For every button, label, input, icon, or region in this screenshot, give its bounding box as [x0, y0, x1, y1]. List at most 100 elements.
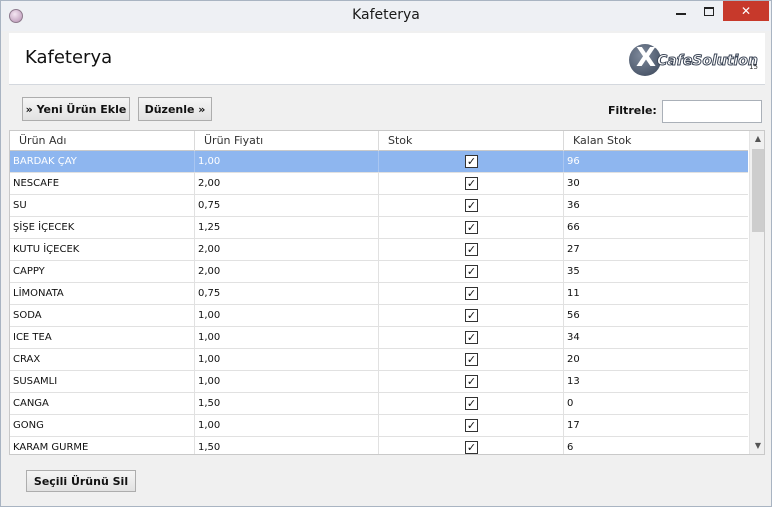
cell-price[interactable]: 0,75	[195, 195, 379, 216]
scrollbar-thumb[interactable]	[752, 149, 764, 232]
cell-price[interactable]: 1,00	[195, 415, 379, 436]
cell-price[interactable]: 1,00	[195, 327, 379, 348]
stock-checkbox[interactable]: ✓	[465, 331, 478, 344]
column-header-price[interactable]: Ürün Fiyatı	[195, 131, 379, 151]
cell-name[interactable]: ICE TEA	[10, 327, 195, 348]
stock-checkbox[interactable]: ✓	[465, 353, 478, 366]
cell-remaining[interactable]: 30	[564, 173, 748, 194]
chevron-down-icon[interactable]: ▼	[750, 438, 764, 454]
cell-remaining[interactable]: 56	[564, 305, 748, 326]
cell-name[interactable]: KARAM GURME	[10, 437, 195, 454]
stock-checkbox[interactable]: ✓	[465, 419, 478, 432]
minimize-button[interactable]	[667, 1, 695, 21]
maximize-icon	[704, 6, 714, 16]
cell-price[interactable]: 1,50	[195, 393, 379, 414]
cell-name[interactable]: SODA	[10, 305, 195, 326]
column-header-stock[interactable]: Stok	[379, 131, 564, 151]
stock-checkbox[interactable]: ✓	[465, 397, 478, 410]
minimize-icon	[676, 13, 686, 15]
cell-name[interactable]: SUSAMLI	[10, 371, 195, 392]
cell-price[interactable]: 2,00	[195, 173, 379, 194]
cell-remaining[interactable]: 0	[564, 393, 748, 414]
table-row[interactable]: KARAM GURME 1,50 6 ✓	[10, 437, 748, 454]
cell-name[interactable]: LİMONATA	[10, 283, 195, 304]
stock-checkbox[interactable]: ✓	[465, 177, 478, 190]
cell-name[interactable]: CAPPY	[10, 261, 195, 282]
cell-name[interactable]: CRAX	[10, 349, 195, 370]
cell-remaining[interactable]: 96	[564, 151, 748, 172]
table-row[interactable]: SU 0,75 36 ✓	[10, 195, 748, 217]
cell-price[interactable]: 1,00	[195, 371, 379, 392]
grid-rows: BARDAK ÇAY 1,00 96 ✓ NESCAFE 2,00 30 ✓ SU 0,75 36 ✓…	[10, 151, 748, 454]
add-product-button[interactable]: » Yeni Ürün Ekle	[22, 97, 130, 121]
cell-remaining[interactable]: 36	[564, 195, 748, 216]
cell-name[interactable]: NESCAFE	[10, 173, 195, 194]
vertical-scrollbar[interactable]: ▲ ▼	[749, 131, 764, 454]
close-button[interactable]: ✕	[723, 1, 769, 21]
column-header-remaining[interactable]: Kalan Stok	[564, 131, 748, 151]
cell-name[interactable]: SU	[10, 195, 195, 216]
stock-checkbox[interactable]: ✓	[465, 221, 478, 234]
delete-selected-button[interactable]: Seçili Ürünü Sil	[26, 470, 136, 492]
cell-remaining[interactable]: 34	[564, 327, 748, 348]
cell-name[interactable]: ŞİŞE İÇECEK	[10, 217, 195, 238]
cell-price[interactable]: 1,50	[195, 437, 379, 454]
cell-name[interactable]: BARDAK ÇAY	[10, 151, 195, 172]
column-header-name[interactable]: Ürün Adı	[10, 131, 195, 151]
app-window: Kafeterya ✕ Kafeterya X CafeSolution 15 …	[0, 0, 772, 507]
cell-price[interactable]: 2,00	[195, 239, 379, 260]
stock-checkbox[interactable]: ✓	[465, 287, 478, 300]
stock-checkbox[interactable]: ✓	[465, 199, 478, 212]
table-row[interactable]: LİMONATA 0,75 11 ✓	[10, 283, 748, 305]
table-row[interactable]: KUTU İÇECEK 2,00 27 ✓	[10, 239, 748, 261]
table-row[interactable]: CANGA 1,50 0 ✓	[10, 393, 748, 415]
table-row[interactable]: ICE TEA 1,00 34 ✓	[10, 327, 748, 349]
chevron-up-icon[interactable]: ▲	[750, 131, 764, 147]
grid-header: Ürün Adı Ürün Fiyatı Stok Kalan Stok	[10, 131, 748, 151]
logo-text: CafeSolution	[657, 53, 759, 70]
table-row[interactable]: SODA 1,00 56 ✓	[10, 305, 748, 327]
cell-price[interactable]: 1,00	[195, 151, 379, 172]
stock-checkbox[interactable]: ✓	[465, 375, 478, 388]
cell-remaining[interactable]: 17	[564, 415, 748, 436]
window-title: Kafeterya	[352, 7, 420, 23]
cell-remaining[interactable]: 11	[564, 283, 748, 304]
cell-remaining[interactable]: 66	[564, 217, 748, 238]
cell-remaining[interactable]: 20	[564, 349, 748, 370]
cafesolution-logo: X CafeSolution 15	[627, 39, 763, 79]
cell-remaining[interactable]: 13	[564, 371, 748, 392]
table-row[interactable]: SUSAMLI 1,00 13 ✓	[10, 371, 748, 393]
cell-name[interactable]: GONG	[10, 415, 195, 436]
table-row[interactable]: BARDAK ÇAY 1,00 96 ✓	[10, 151, 748, 173]
cell-price[interactable]: 1,00	[195, 349, 379, 370]
stock-checkbox[interactable]: ✓	[465, 265, 478, 278]
table-row[interactable]: CAPPY 2,00 35 ✓	[10, 261, 748, 283]
filter-label: Filtrele:	[608, 104, 657, 117]
cell-price[interactable]: 1,00	[195, 305, 379, 326]
table-row[interactable]: CRAX 1,00 20 ✓	[10, 349, 748, 371]
cell-name[interactable]: KUTU İÇECEK	[10, 239, 195, 260]
cell-remaining[interactable]: 6	[564, 437, 748, 454]
maximize-button[interactable]	[695, 1, 723, 21]
page-header: Kafeterya X CafeSolution 15	[9, 33, 765, 85]
page-title: Kafeterya	[25, 47, 113, 68]
product-grid[interactable]: Ürün Adı Ürün Fiyatı Stok Kalan Stok BAR…	[9, 130, 765, 455]
title-bar[interactable]: Kafeterya ✕	[1, 1, 771, 31]
close-icon: ✕	[740, 4, 752, 18]
edit-button[interactable]: Düzenle »	[138, 97, 212, 121]
cell-remaining[interactable]: 27	[564, 239, 748, 260]
cell-name[interactable]: CANGA	[10, 393, 195, 414]
stock-checkbox[interactable]: ✓	[465, 309, 478, 322]
stock-checkbox[interactable]: ✓	[465, 441, 478, 454]
logo-version: 15	[749, 63, 758, 71]
cell-remaining[interactable]: 35	[564, 261, 748, 282]
filter-input[interactable]	[662, 100, 762, 123]
table-row[interactable]: GONG 1,00 17 ✓	[10, 415, 748, 437]
stock-checkbox[interactable]: ✓	[465, 155, 478, 168]
cell-price[interactable]: 1,25	[195, 217, 379, 238]
stock-checkbox[interactable]: ✓	[465, 243, 478, 256]
table-row[interactable]: NESCAFE 2,00 30 ✓	[10, 173, 748, 195]
cell-price[interactable]: 0,75	[195, 283, 379, 304]
table-row[interactable]: ŞİŞE İÇECEK 1,25 66 ✓	[10, 217, 748, 239]
cell-price[interactable]: 2,00	[195, 261, 379, 282]
